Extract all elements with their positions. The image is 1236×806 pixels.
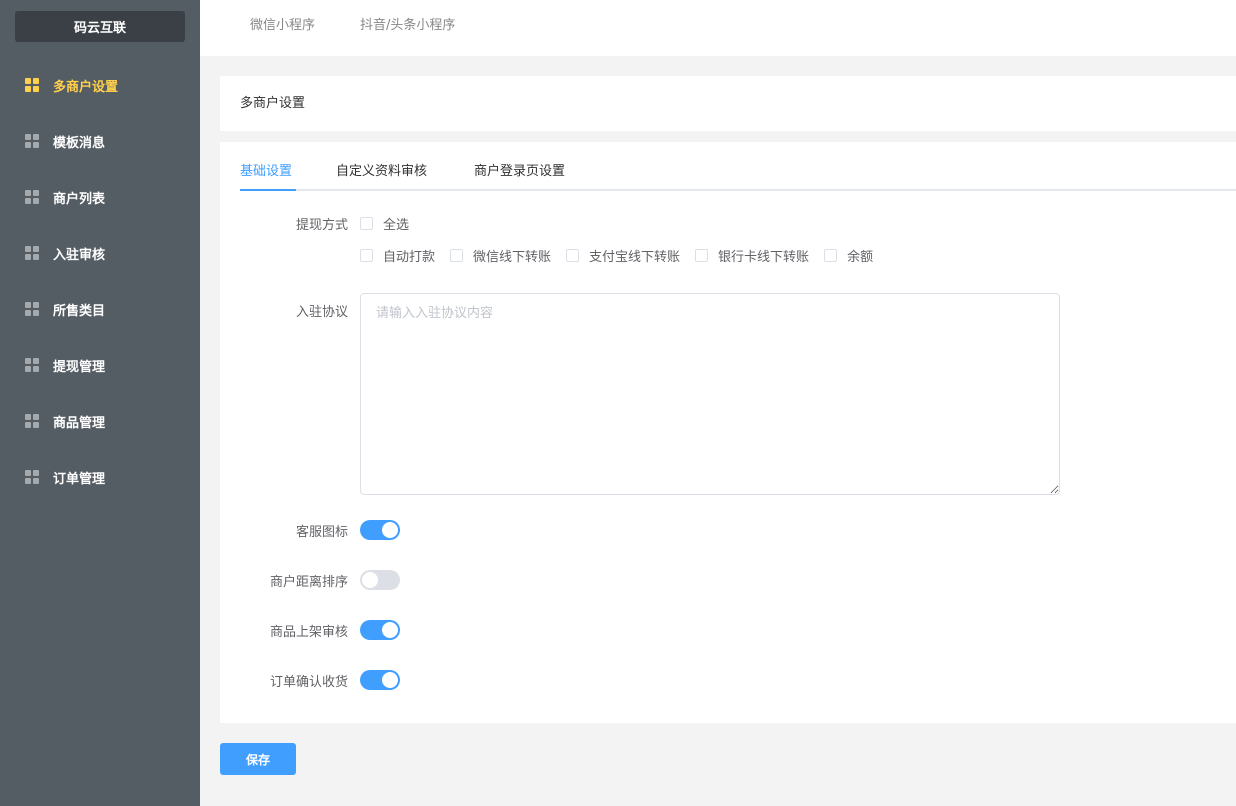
checkbox-balance[interactable]: 余额 (824, 246, 873, 265)
sidebar-item-label: 多商户设置 (53, 79, 119, 95)
tab-wechat-miniprogram[interactable]: 微信小程序 (250, 0, 315, 52)
withdraw-method-label: 提现方式 (295, 218, 348, 233)
tab-custom-review[interactable]: 自定义资料审核 (336, 142, 427, 191)
grid-icon (25, 470, 39, 484)
distance-sort-switch[interactable] (360, 570, 400, 590)
sidebar-item-merchant-settings[interactable]: 多商户设置 (0, 57, 200, 113)
checkbox-box[interactable] (360, 249, 373, 262)
checkbox-alipay-offline[interactable]: 支付宝线下转账 (566, 246, 680, 265)
checkbox-label: 银行卡线下转账 (718, 250, 810, 265)
checkbox-box[interactable] (824, 249, 838, 262)
switch-knob (362, 572, 378, 588)
sidebar-item-template-messages[interactable]: 模板消息 (0, 113, 200, 169)
grid-icon (25, 246, 39, 260)
sidebar-item-products[interactable]: 商品管理 (0, 393, 200, 449)
switch-knob (382, 622, 398, 638)
agreement-textarea[interactable] (360, 293, 1060, 495)
select-all-row: 全选 (360, 214, 424, 233)
switch-knob (382, 672, 398, 688)
checkbox-label: 余额 (847, 250, 874, 265)
sidebar-item-label: 入驻审核 (53, 247, 106, 263)
settings-card: 基础设置 自定义资料审核 商户登录页设置 提现方式 全选 自动打款 微信线下转账… (220, 142, 1236, 723)
checkbox-label: 全选 (383, 218, 410, 233)
select-all-checkbox[interactable]: 全选 (360, 214, 409, 233)
checkbox-box[interactable] (566, 249, 580, 262)
switch-label-distance-sort: 商户距离排序 (269, 575, 348, 590)
confirm-receipt-switch[interactable] (360, 670, 400, 690)
grid-icon (25, 78, 39, 92)
switch-knob (382, 522, 398, 538)
tab-login-page-settings[interactable]: 商户登录页设置 (474, 142, 565, 191)
page-title: 多商户设置 (240, 96, 306, 111)
checkbox-box[interactable] (695, 249, 709, 262)
switch-label-listing-review: 商品上架审核 (269, 625, 348, 640)
sidebar-item-withdrawals[interactable]: 提现管理 (0, 337, 200, 393)
top-bar: 微信小程序 抖音/头条小程序 (200, 0, 1236, 56)
sidebar: 码云互联 多商户设置 模板消息 商户列表 入驻审核 所售类目 提现管理 商品管理 (0, 0, 200, 806)
sidebar-item-label: 模板消息 (53, 135, 106, 151)
brand-logo: 码云互联 (15, 11, 185, 42)
save-button[interactable]: 保存 (220, 743, 296, 775)
grid-icon (25, 358, 39, 372)
grid-icon (25, 134, 39, 148)
withdraw-methods-row: 自动打款 微信线下转账 支付宝线下转账 银行卡线下转账 余额 (360, 246, 888, 265)
checkbox-box[interactable] (450, 249, 464, 262)
checkbox-label: 支付宝线下转账 (589, 250, 681, 265)
service-icon-switch[interactable] (360, 520, 400, 540)
switch-label-confirm-receipt: 订单确认收货 (269, 675, 348, 690)
checkbox-label: 自动打款 (383, 250, 436, 265)
grid-icon (25, 302, 39, 316)
checkbox-auto-payout[interactable]: 自动打款 (360, 246, 435, 265)
grid-icon (25, 414, 39, 428)
tab-basic-settings[interactable]: 基础设置 (240, 142, 292, 191)
sidebar-item-label: 订单管理 (53, 471, 106, 487)
listing-review-switch[interactable] (360, 620, 400, 640)
sidebar-item-categories[interactable]: 所售类目 (0, 281, 200, 337)
switch-label-service-icon: 客服图标 (295, 525, 348, 540)
checkbox-label: 微信线下转账 (473, 250, 552, 265)
sidebar-item-entry-review[interactable]: 入驻审核 (0, 225, 200, 281)
grid-icon (25, 190, 39, 204)
active-tab-indicator (240, 189, 296, 191)
sidebar-item-orders[interactable]: 订单管理 (0, 449, 200, 505)
sidebar-item-merchant-list[interactable]: 商户列表 (0, 169, 200, 225)
sidebar-item-label: 提现管理 (53, 359, 106, 375)
sidebar-item-label: 所售类目 (53, 303, 106, 319)
checkbox-box[interactable] (360, 217, 373, 230)
checkbox-bank-offline[interactable]: 银行卡线下转账 (695, 246, 809, 265)
sidebar-item-label: 商户列表 (53, 191, 106, 207)
tab-douyin-miniprogram[interactable]: 抖音/头条小程序 (360, 0, 455, 52)
sidebar-item-label: 商品管理 (53, 415, 106, 431)
settings-tabs: 基础设置 自定义资料审核 商户登录页设置 (240, 142, 1236, 191)
sidebar-nav: 多商户设置 模板消息 商户列表 入驻审核 所售类目 提现管理 商品管理 订单管理 (0, 57, 200, 505)
checkbox-wechat-offline[interactable]: 微信线下转账 (450, 246, 551, 265)
header-card: 多商户设置 (220, 76, 1236, 131)
agreement-label: 入驻协议 (295, 305, 348, 320)
